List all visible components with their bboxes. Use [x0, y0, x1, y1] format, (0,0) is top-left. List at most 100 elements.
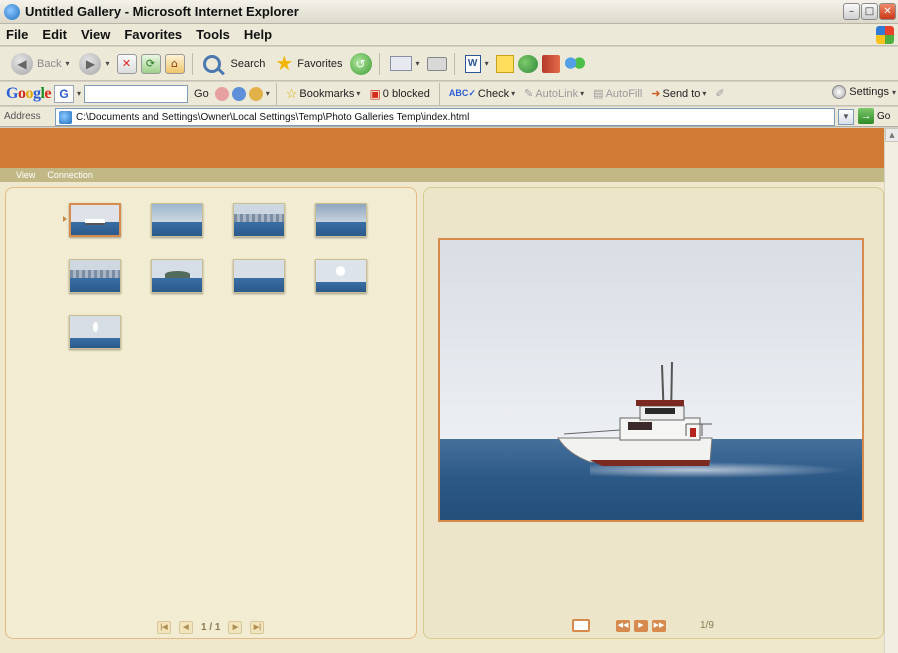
google-pagerank-icon[interactable]	[248, 86, 263, 101]
thumb-sea-island[interactable]	[151, 203, 203, 237]
first-page-button[interactable]: |◀	[157, 621, 171, 634]
abc-check-icon: ABC✓	[448, 88, 476, 98]
menu-view[interactable]: View	[81, 27, 110, 42]
google-go-button[interactable]: Go	[191, 88, 212, 100]
google-news-icon[interactable]	[214, 86, 229, 101]
chevron-down-icon[interactable]: ▾	[266, 89, 270, 98]
page-icon	[59, 110, 72, 124]
go-button[interactable]: → Go	[858, 108, 890, 124]
menu-edit[interactable]: Edit	[42, 27, 67, 42]
standard-toolbar: ◀ Back ▾ ▶ ▾ ✕ ⟳ ⌂ Search ★ Favorites ↺ …	[0, 47, 898, 81]
slideshow-icon[interactable]	[572, 619, 590, 632]
thumb-spray[interactable]	[69, 315, 121, 349]
thumb-island[interactable]	[151, 259, 203, 293]
autolink-button[interactable]: ✎ AutoLink ▾	[521, 87, 587, 101]
sendto-icon: ➜	[651, 88, 661, 100]
thumb-harbor[interactable]	[233, 203, 285, 237]
google-search-input[interactable]	[84, 84, 189, 103]
selection-marker	[63, 216, 67, 222]
spellcheck-button[interactable]: ABC✓ Check ▾	[446, 88, 518, 100]
gallery-nav: View Connection	[0, 168, 884, 182]
page-indicator: 1 / 1	[201, 622, 221, 633]
prev-page-button[interactable]: ◀	[179, 621, 193, 634]
nav-connection[interactable]: Connection	[47, 170, 93, 180]
people-icon[interactable]	[563, 54, 586, 73]
ie-icon	[4, 3, 20, 20]
search-button[interactable]: Search	[200, 50, 269, 78]
thumb-open-sea[interactable]	[315, 203, 367, 237]
autofill-icon: ▤	[593, 88, 604, 100]
close-button[interactable]: ✕	[879, 3, 896, 20]
address-input[interactable]: C:\Documents and Settings\Owner\Local Se…	[55, 108, 835, 126]
prev-image-button[interactable]: ◀◀	[616, 619, 630, 632]
google-toolbar: Google G ▾ Go ▾ ☆ Bookmarks ▾ ▣ 0 blocke…	[0, 82, 898, 106]
thumb-boat[interactable]	[69, 203, 121, 237]
thumb-splash[interactable]	[315, 259, 367, 293]
sendto-button[interactable]: ➜ Send to ▾	[648, 87, 709, 101]
messenger-icon[interactable]	[517, 54, 538, 73]
google-menu-button[interactable]: G	[54, 84, 75, 103]
mail-button[interactable]: ▾	[387, 50, 423, 78]
toolbar-separator	[275, 82, 277, 105]
play-button[interactable]: ▶	[634, 619, 648, 632]
edit-button[interactable]: W ▾	[462, 50, 492, 78]
web-content: View Connection |◀ ◀ 1 / 1 ▶ ▶| ◀◀ ▶ ▶▶ …	[0, 128, 884, 653]
menu-tools[interactable]: Tools	[196, 27, 230, 42]
chevron-down-icon: ▾	[580, 89, 585, 98]
highlight-icon[interactable]: ✐	[712, 87, 727, 100]
image-counter: 1/9	[700, 620, 714, 631]
forward-button[interactable]: ▶ ▾	[76, 50, 112, 78]
history-icon[interactable]: ↺	[349, 52, 372, 75]
chevron-down-icon: ▾	[484, 59, 489, 68]
settings-icon	[832, 85, 847, 99]
popup-blocker-button[interactable]: ▣ 0 blocked	[366, 87, 432, 101]
go-arrow-icon: →	[858, 108, 874, 124]
gallery-banner	[0, 128, 884, 168]
autofill-label: AutoFill	[605, 87, 643, 100]
bookmarks-label: Bookmarks	[299, 87, 355, 100]
chevron-down-icon: ▾	[702, 89, 707, 98]
print-icon[interactable]	[426, 56, 447, 71]
vertical-scrollbar[interactable]: ▲	[884, 128, 898, 653]
go-label: Go	[877, 110, 891, 122]
research-icon[interactable]	[541, 54, 560, 73]
thumb-sea-wave[interactable]	[233, 259, 285, 293]
thumb-city-skyline[interactable]	[69, 259, 121, 293]
google-search-site-icon[interactable]	[231, 86, 246, 101]
back-label: Back	[37, 57, 62, 70]
refresh-icon[interactable]: ⟳	[140, 53, 161, 74]
stop-icon[interactable]: ✕	[116, 53, 137, 74]
favorites-button[interactable]: ★ Favorites	[272, 50, 345, 78]
note-icon[interactable]	[495, 54, 514, 73]
address-dropdown-button[interactable]: ▼	[838, 109, 854, 125]
toolbar-separator	[191, 52, 193, 75]
minimize-button[interactable]: –	[843, 3, 860, 20]
blocked-label: 0 blocked	[382, 87, 430, 100]
settings-button[interactable]: Settings ▾	[832, 85, 896, 99]
window-controls: – □ ✕	[843, 3, 896, 20]
menu-help[interactable]: Help	[244, 27, 272, 42]
viewer-controls: ◀◀ ▶ ▶▶ 1/9	[572, 619, 714, 632]
home-icon[interactable]: ⌂	[164, 53, 185, 74]
back-button[interactable]: ◀ Back ▾	[8, 50, 72, 78]
address-label: Address	[4, 111, 41, 122]
bookmarks-button[interactable]: ☆ Bookmarks ▾	[283, 86, 364, 102]
menu-file[interactable]: File	[6, 27, 28, 42]
autolink-label: AutoLink	[535, 87, 579, 100]
favorites-label: Favorites	[297, 57, 343, 70]
address-url: C:\Documents and Settings\Owner\Local Se…	[76, 111, 470, 123]
scroll-up-button[interactable]: ▲	[885, 128, 898, 142]
menu-favorites[interactable]: Favorites	[124, 27, 182, 42]
next-page-button[interactable]: ▶	[228, 621, 243, 634]
chevron-down-icon: ▾	[511, 89, 516, 98]
chevron-down-icon: ▾	[415, 59, 420, 68]
address-bar: Address C:\Documents and Settings\Owner\…	[0, 107, 898, 127]
search-icon	[202, 54, 221, 73]
toolbar-separator	[438, 82, 440, 105]
next-image-button[interactable]: ▶▶	[652, 619, 666, 632]
maximize-button[interactable]: □	[861, 3, 878, 20]
autofill-button[interactable]: ▤ AutoFill	[590, 87, 645, 101]
last-page-button[interactable]: ▶|	[250, 621, 265, 634]
chevron-down-icon[interactable]: ▾	[77, 89, 81, 98]
nav-view[interactable]: View	[16, 170, 35, 180]
